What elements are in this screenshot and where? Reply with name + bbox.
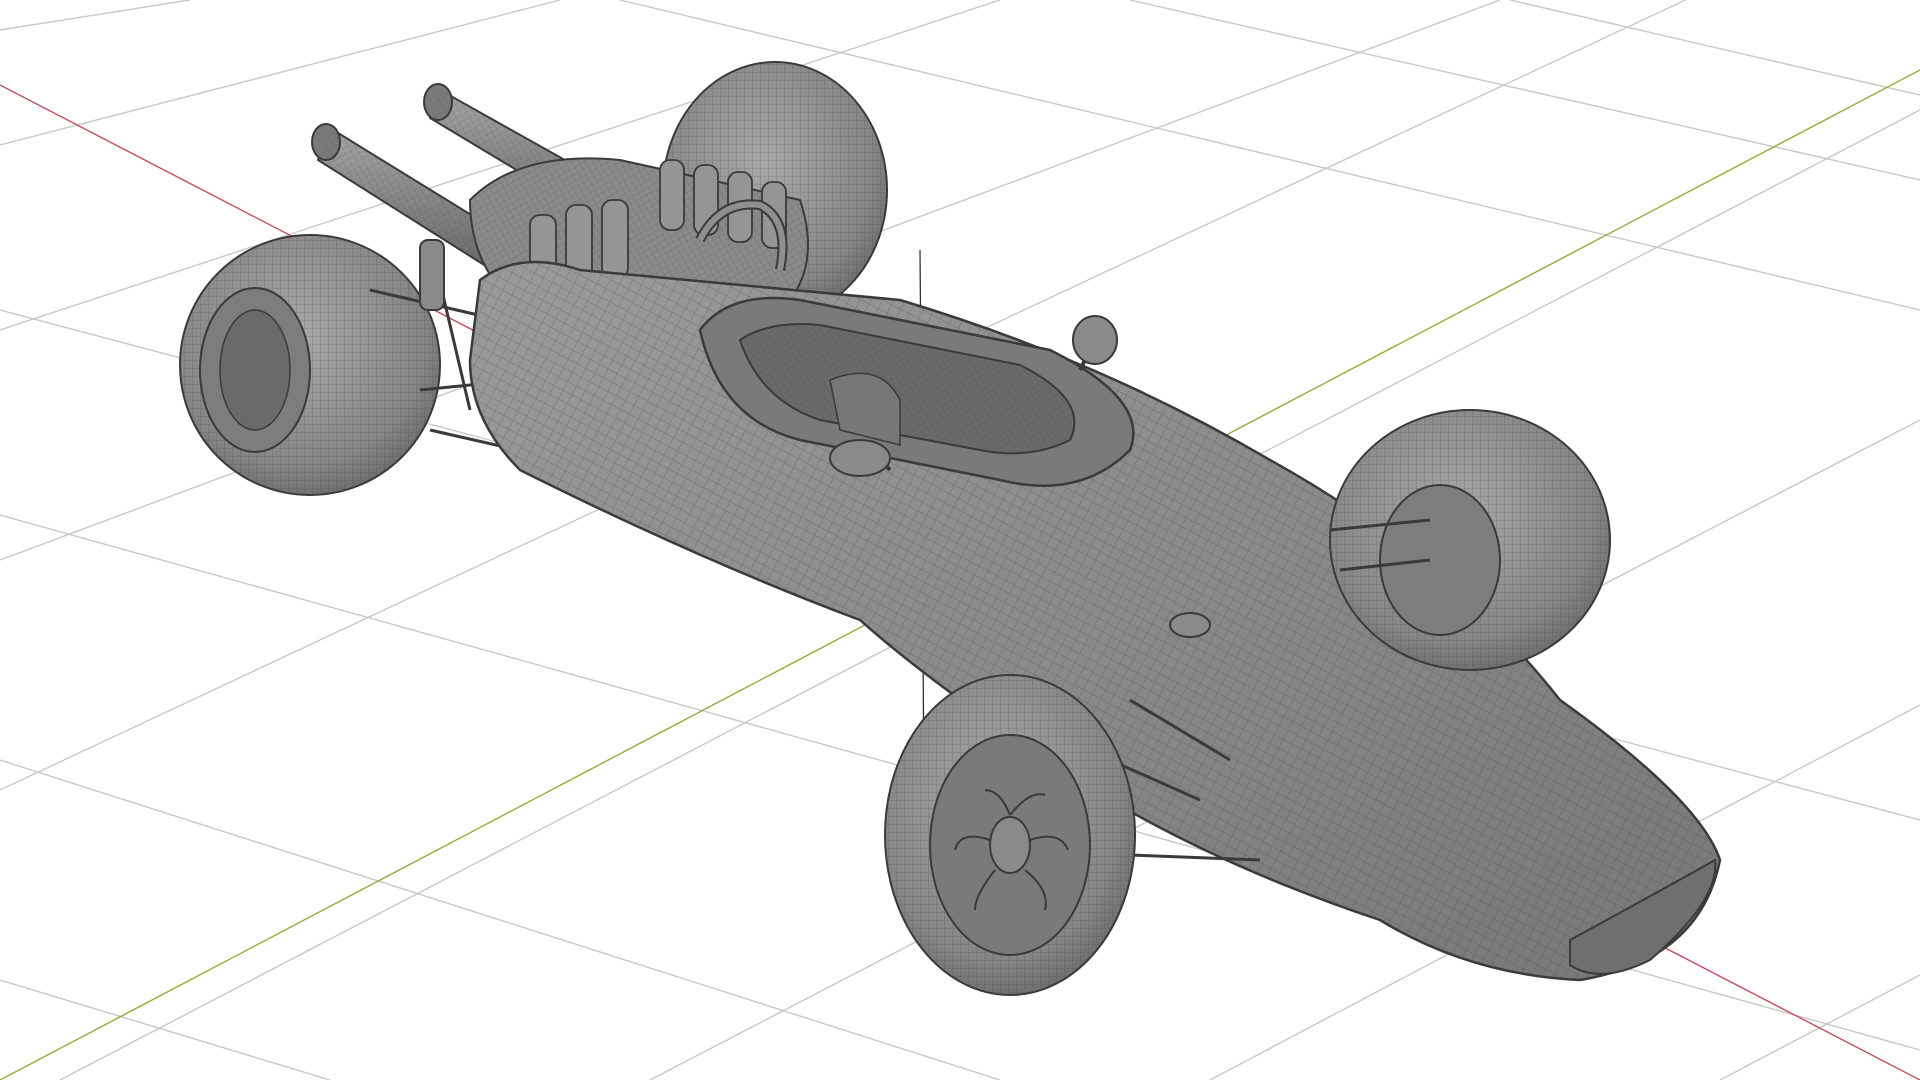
body-vent xyxy=(1169,612,1211,638)
front-right-tire[interactable] xyxy=(1329,409,1611,671)
viewport-canvas[interactable] xyxy=(0,0,1920,1080)
left-mirror[interactable] xyxy=(829,439,892,477)
race-car-model[interactable] xyxy=(179,61,1722,996)
right-mirror[interactable] xyxy=(1072,315,1118,371)
rear-shock xyxy=(419,239,445,311)
front-left-tire[interactable] xyxy=(884,674,1136,996)
rear-left-tire[interactable] xyxy=(179,234,441,496)
3d-viewport[interactable] xyxy=(0,0,1920,1080)
